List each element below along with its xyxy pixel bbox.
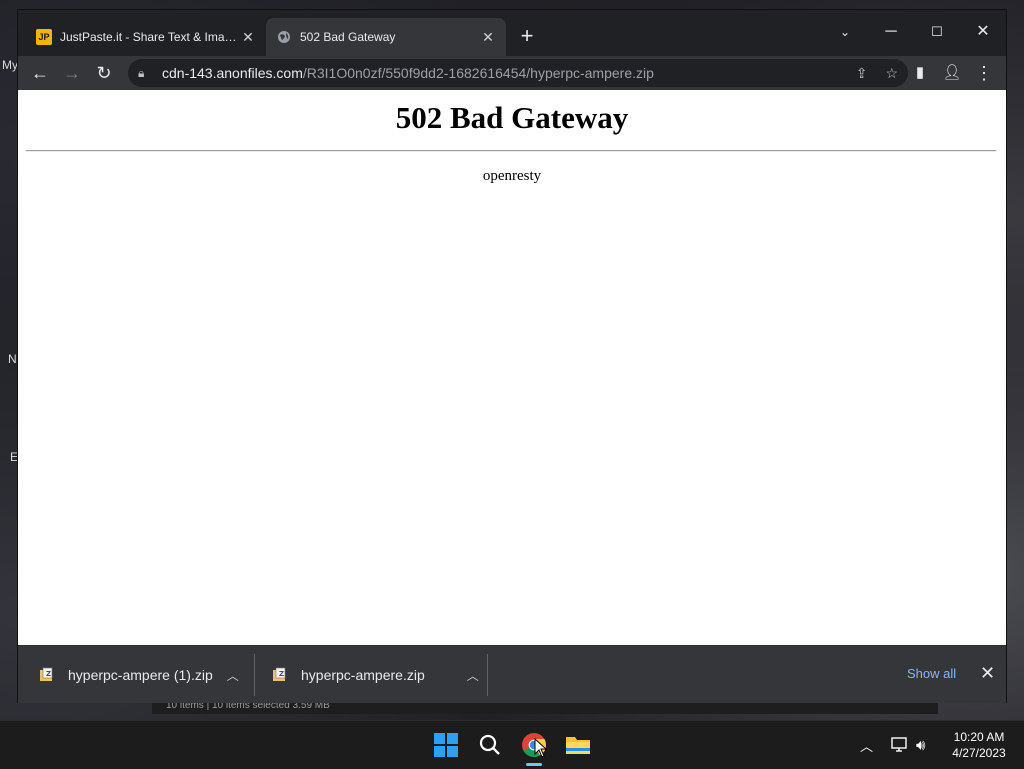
tab-strip: JP JustPaste.it - Share Text & Images ✕ … [18,10,1006,56]
download-shelf: Z hyperpc-ampere (1).zip ︿ Z hyperpc-amp… [18,645,1006,703]
profile-icon[interactable]: 👤︎ [938,60,966,86]
chevron-up-icon[interactable]: ︿ [467,667,483,684]
download-filename: hyperpc-ampere.zip [301,667,425,683]
new-tab-button[interactable]: + [516,25,538,48]
file-explorer-icon[interactable] [562,729,594,761]
tab-title: JustPaste.it - Share Text & Images [60,30,240,44]
url-path: /R3I1O0n0zf/550f9dd2-1682616454/hyperpc-… [302,65,654,81]
windows-logo-icon [434,733,458,757]
show-hidden-icons-chevron-icon[interactable]: ︿ [860,721,873,769]
tab-title: 502 Bad Gateway [300,30,396,44]
svg-text:Z: Z [46,670,51,678]
show-all-button[interactable]: Show all [907,666,956,681]
address-bar[interactable]: 🔒︎ cdn-143.anonfiles.com /R3I1O0n0zf/550… [128,59,908,87]
zip-file-icon: Z [273,667,286,681]
active-app-indicator [526,763,542,766]
chevron-up-icon[interactable]: ︿ [227,667,243,684]
reload-button[interactable]: ↻ [90,60,118,86]
close-window-button[interactable]: ✕ [960,18,1006,46]
explorer-status-bar: 10 items | 10 items selected 3.59 MB [152,702,938,714]
menu-kebab-icon[interactable]: ⋮ [970,60,998,86]
desktop-icon-label[interactable]: N [8,352,17,366]
taskbar: ︿ 🔊︎ 10:20 AM 4/27/2023 [0,720,1024,769]
svg-text:Z: Z [279,670,284,678]
browser-window: JP JustPaste.it - Share Text & Images ✕ … [18,10,1006,703]
justpaste-favicon-icon: JP [36,29,52,45]
browser-toolbar: ← → ↻ 🔒︎ cdn-143.anonfiles.com /R3I1O0n0… [18,56,1006,90]
desktop-icon-label[interactable]: My [2,58,18,72]
bookmark-star-icon[interactable]: ☆ [885,65,898,82]
divider [26,150,996,152]
maximize-button[interactable]: ☐ [914,18,960,46]
minimize-button[interactable]: ─ [868,18,914,46]
clock-date: 4/27/2023 [952,746,1006,760]
back-button[interactable]: ← [26,60,54,86]
desktop-icon-label[interactable]: E [10,450,18,464]
download-filename: hyperpc-ampere (1).zip [68,667,213,683]
url-host: cdn-143.anonfiles.com [162,65,303,81]
page-content: 502 Bad Gateway openresty [18,90,1006,645]
download-item[interactable]: Z hyperpc-ampere (1).zip ︿ [38,654,243,696]
tab-502-bad-gateway[interactable]: 502 Bad Gateway ✕ [266,18,506,56]
separator [487,654,488,696]
system-clock[interactable]: 10:20 AM 4/27/2023 [944,729,1014,761]
download-item[interactable]: Z hyperpc-ampere.zip ︿ [271,654,483,696]
share-icon[interactable]: ⇪ [856,65,868,82]
lock-icon[interactable]: 🔒︎ [138,66,152,81]
search-icon[interactable] [474,729,506,761]
page-title: 502 Bad Gateway [395,100,629,135]
tab-search-chevron-icon[interactable]: ⌄ [822,18,868,46]
separator [254,654,255,696]
close-shelf-icon[interactable]: ✕ [980,663,995,684]
tab-close-icon[interactable]: ✕ [480,29,496,46]
network-icon[interactable] [891,721,909,769]
clock-time: 10:20 AM [953,730,1005,744]
tab-close-icon[interactable]: ✕ [240,29,256,46]
start-button[interactable] [430,729,462,761]
tab-justpaste[interactable]: JP JustPaste.it - Share Text & Images ✕ [26,18,266,56]
mouse-cursor-icon [534,738,548,758]
server-name: openresty [482,168,542,184]
globe-icon [276,29,292,45]
side-panel-icon[interactable]: ▮ [906,60,934,86]
zip-file-icon: Z [40,667,53,681]
forward-button[interactable]: → [58,60,86,86]
volume-icon[interactable]: 🔊︎ [916,721,925,769]
